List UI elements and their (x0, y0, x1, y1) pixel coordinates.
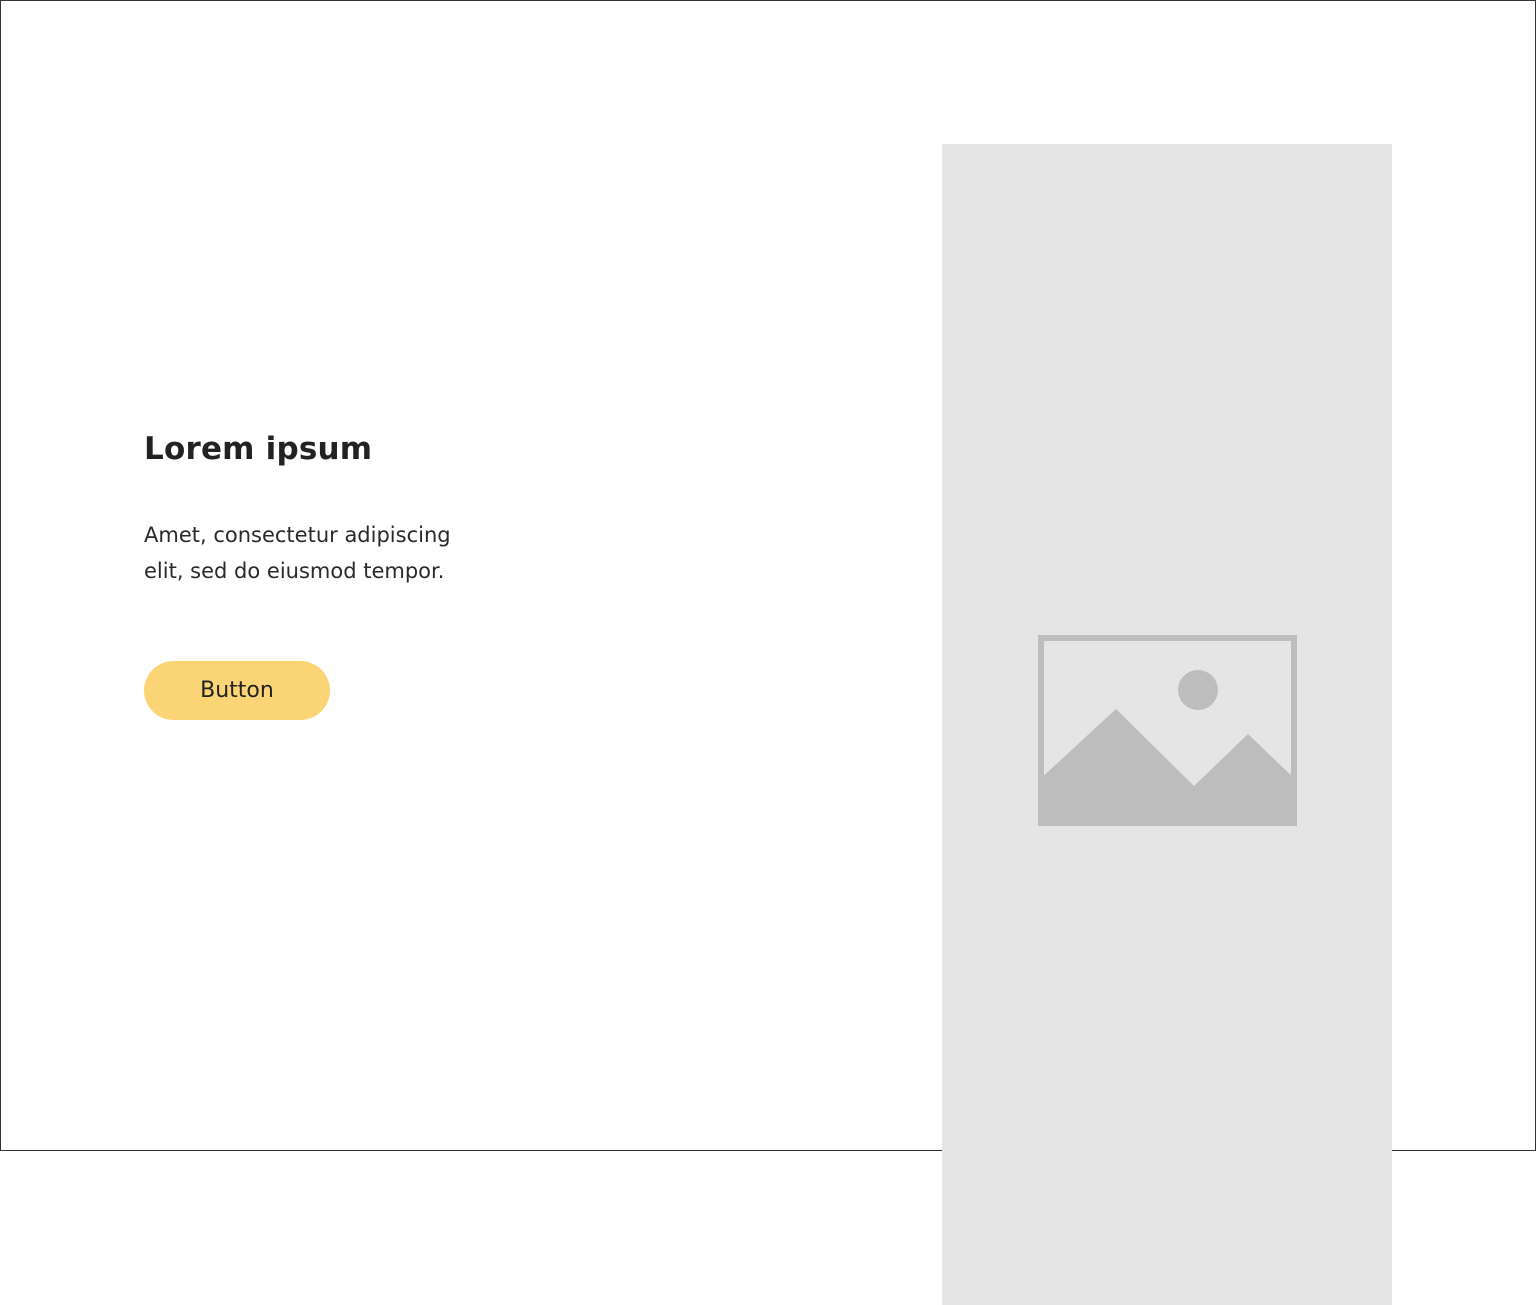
hero-description: Amet, consectetur adipiscing elit, sed d… (144, 517, 504, 589)
image-icon-sun (1178, 670, 1218, 710)
hero-title: Lorem ipsum (144, 431, 373, 467)
hero-description-line-1: Amet, consectetur adipiscing (144, 523, 451, 547)
hero-description-line-2: elit, sed do eiusmod tempor. (144, 559, 445, 583)
primary-button[interactable]: Button (144, 661, 330, 720)
image-placeholder-icon (1038, 635, 1297, 826)
image-placeholder-panel (942, 144, 1392, 1305)
image-icon-mountains (1038, 709, 1297, 826)
